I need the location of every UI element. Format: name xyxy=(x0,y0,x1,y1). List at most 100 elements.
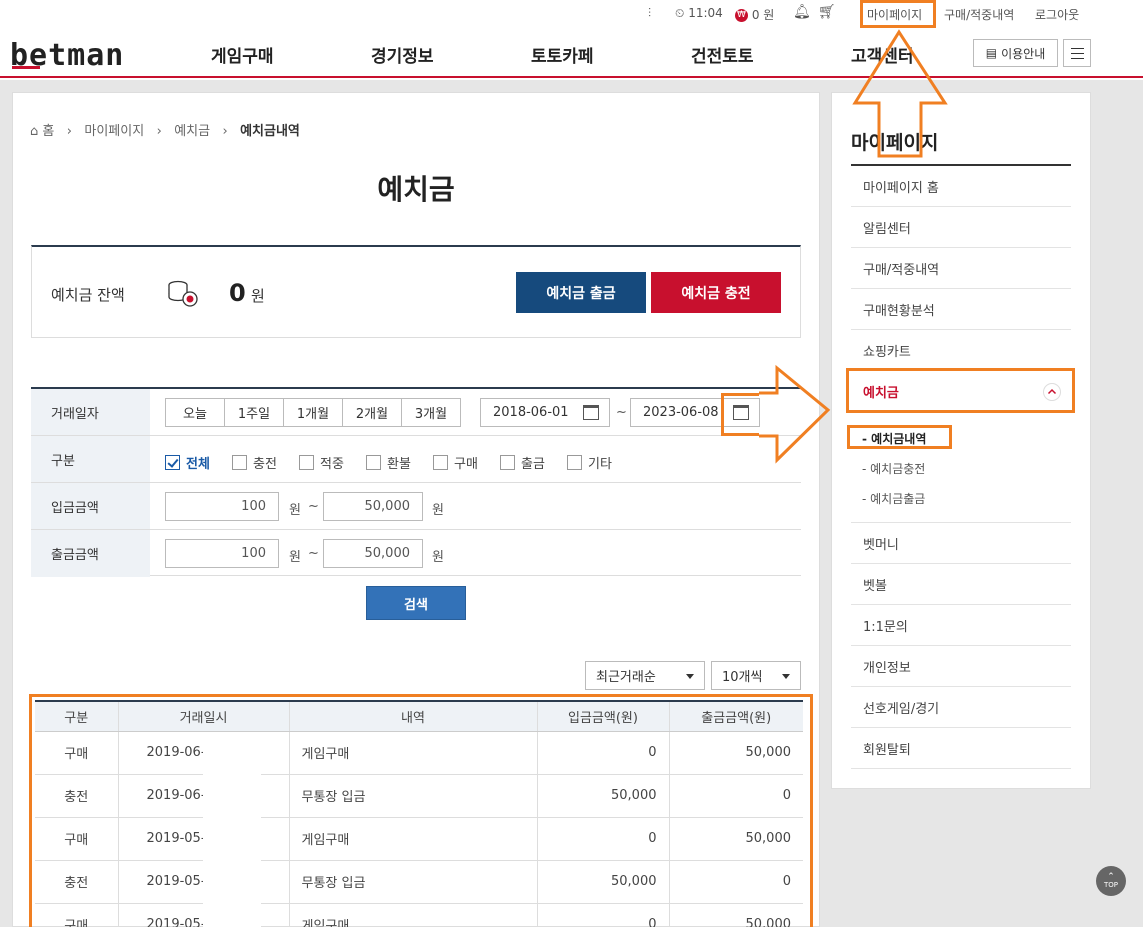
sidebar-item-personal-info[interactable]: 개인정보 xyxy=(851,646,1071,687)
period-2month[interactable]: 2개월 xyxy=(342,398,402,427)
sidebar-item-betmoney[interactable]: 벳머니 xyxy=(851,523,1071,564)
withdraw-min-input[interactable]: 100 xyxy=(165,539,279,568)
breadcrumb-mypage[interactable]: 마이페이지 xyxy=(84,124,144,139)
sidebar-item-shopping-cart[interactable]: 쇼핑카트 xyxy=(851,330,1071,371)
withdraw-label: 출금금액 xyxy=(31,530,150,577)
deposit-label: 입금금액 xyxy=(31,483,150,529)
balance-box: 예치금 잔액 0 원 예치금 출금 예치금 충전 xyxy=(31,245,801,338)
sidebar-item-withdrawal[interactable]: 회원탈퇴 xyxy=(851,728,1071,769)
checkbox-icon xyxy=(366,455,381,470)
balance-label: 예치금 잔액 xyxy=(51,286,125,304)
sidebar-item-purchase-history[interactable]: 구매/적중내역 xyxy=(851,248,1071,289)
page-size-select[interactable]: 10개씩 xyxy=(711,661,801,690)
calendar-icon[interactable] xyxy=(583,405,599,420)
type-refund-label: 환불 xyxy=(387,457,411,472)
date-separator: ~ xyxy=(616,405,627,420)
checkbox-icon xyxy=(232,455,247,470)
breadcrumb: ⌂ 홈 › 마이페이지 › 예치금 › 예치금내역 xyxy=(30,124,300,139)
deposit-max-input[interactable]: 50,000 xyxy=(323,492,423,521)
type-label: 구분 xyxy=(31,436,150,482)
guide-button[interactable]: ▤ 이용안내 xyxy=(973,39,1058,67)
withdraw-button[interactable]: 예치금 출금 xyxy=(516,272,646,313)
checkbox-checked-icon xyxy=(165,455,180,470)
highlight-deposit-history xyxy=(847,425,952,449)
date-from-value: 2018-06-01 xyxy=(493,405,569,420)
sidebar-item-notification[interactable]: 알림센터 xyxy=(851,207,1071,248)
filter-row-deposit: 입금금액 100 원 ~ 50,000 원 xyxy=(31,483,801,530)
period-1month[interactable]: 1개월 xyxy=(283,398,343,427)
range-separator: ~ xyxy=(308,499,319,514)
won-unit: 원 xyxy=(432,503,444,518)
deposit-min-input[interactable]: 100 xyxy=(165,492,279,521)
balance-amount: 0 xyxy=(229,279,246,307)
period-1week[interactable]: 1주일 xyxy=(224,398,284,427)
nav-toto-cafe[interactable]: 토토카페 xyxy=(531,42,594,67)
sidebar-sub-deposit-withdraw[interactable]: - 예치금출금 xyxy=(862,490,925,507)
sidebar-sub-deposit-charge[interactable]: - 예치금충전 xyxy=(862,460,925,477)
nav-match-info[interactable]: 경기정보 xyxy=(371,42,434,67)
type-refund-checkbox[interactable]: 환불 xyxy=(366,453,411,472)
charge-button[interactable]: 예치금 충전 xyxy=(651,272,781,313)
won-unit: 원 xyxy=(289,503,301,518)
type-win-checkbox[interactable]: 적중 xyxy=(299,453,344,472)
type-withdraw-label: 출금 xyxy=(521,457,545,472)
clock: ⏲ 11:04 xyxy=(675,6,723,20)
nav-healthy-toto[interactable]: 건전토토 xyxy=(691,42,754,67)
search-button[interactable]: 검색 xyxy=(366,586,466,620)
type-all-label: 전체 xyxy=(186,457,210,472)
period-3month[interactable]: 3개월 xyxy=(401,398,461,427)
filter-table: 거래일자 오늘 1주일 1개월 2개월 3개월 2018-06-01 ~ 202… xyxy=(31,387,801,577)
sidebar-item-betball[interactable]: 벳볼 xyxy=(851,564,1071,605)
logout-link[interactable]: 로그아웃 xyxy=(1035,6,1079,23)
page-title: 예치금 xyxy=(377,173,455,206)
checkbox-icon xyxy=(567,455,582,470)
home-icon[interactable]: ⌂ xyxy=(30,124,38,139)
sidebar-item-purchase-analysis[interactable]: 구매현황분석 xyxy=(851,289,1071,330)
date-to-value: 2023-06-08 xyxy=(643,405,719,420)
type-etc-checkbox[interactable]: 기타 xyxy=(567,453,612,472)
top-label: TOP xyxy=(1103,881,1118,889)
breadcrumb-home[interactable]: 홈 xyxy=(42,124,54,139)
logo-accent xyxy=(12,66,40,69)
type-purchase-label: 구매 xyxy=(454,457,478,472)
won-unit: 원 xyxy=(432,550,444,565)
scroll-top-button[interactable]: ⌃ TOP xyxy=(1096,866,1126,896)
period-today[interactable]: 오늘 xyxy=(165,398,225,427)
checkbox-icon xyxy=(500,455,515,470)
range-separator: ~ xyxy=(308,546,319,561)
sidebar-title: 마이페이지 xyxy=(851,132,939,154)
sidebar-item-preferred-game[interactable]: 선호게임/경기 xyxy=(851,687,1071,728)
clock-time: 11:04 xyxy=(688,6,723,20)
sidebar-item-inquiry[interactable]: 1:1문의 xyxy=(851,605,1071,646)
type-purchase-checkbox[interactable]: 구매 xyxy=(433,453,478,472)
money-balance[interactable]: ₩ 0 원 xyxy=(735,6,774,23)
hamburger-menu-icon[interactable] xyxy=(1063,39,1091,67)
withdraw-max-input[interactable]: 50,000 xyxy=(323,539,423,568)
filter-row-type: 구분 전체 충전 적중 환불 구매 출금 기타 xyxy=(31,436,801,483)
sort-order-select[interactable]: 최근거래순 xyxy=(585,661,705,690)
purchase-history-link[interactable]: 구매/적중내역 xyxy=(944,6,1014,23)
guide-label: 이용안내 xyxy=(1001,46,1046,61)
date-from-field[interactable]: 2018-06-01 xyxy=(480,398,610,427)
coin-icon: ₩ xyxy=(735,9,748,22)
checkbox-icon xyxy=(433,455,448,470)
filter-row-date: 거래일자 오늘 1주일 1개월 2개월 3개월 2018-06-01 ~ 202… xyxy=(31,389,801,436)
nav-game-purchase[interactable]: 게임구매 xyxy=(211,42,274,67)
money-value: 0 원 xyxy=(751,8,775,22)
type-withdraw-checkbox[interactable]: 출금 xyxy=(500,453,545,472)
won-unit: 원 xyxy=(289,550,301,565)
type-charge-checkbox[interactable]: 충전 xyxy=(232,453,277,472)
highlight-transaction-table xyxy=(29,694,813,927)
highlight-deposit-menu xyxy=(846,368,1075,413)
bell-icon[interactable]: 🔔︎ xyxy=(793,4,811,20)
checkbox-icon xyxy=(299,455,314,470)
sidebar-item-mypage-home[interactable]: 마이페이지 홈 xyxy=(851,166,1071,207)
nav-customer-center[interactable]: 고객센터 xyxy=(851,42,914,67)
type-win-label: 적중 xyxy=(320,457,344,472)
cart-icon[interactable]: 🛒︎ xyxy=(818,4,836,20)
signal-icon: ⫶ xyxy=(648,6,652,20)
highlight-calendar-button xyxy=(721,393,759,436)
breadcrumb-deposit[interactable]: 예치금 xyxy=(174,124,210,139)
type-all-checkbox[interactable]: 전체 xyxy=(165,453,210,472)
main-header: betman 게임구매 경기정보 토토카페 건전토토 고객센터 ▤ 이용안내 xyxy=(0,28,1143,78)
